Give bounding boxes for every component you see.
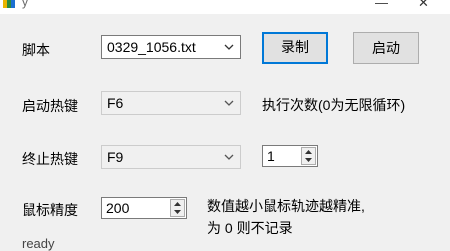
repeat-count-spin-buttons[interactable] [301,147,316,165]
triangle-up-icon[interactable] [174,202,181,206]
app-logo-icon [3,0,15,8]
window-title: y [22,0,28,9]
stop-hotkey-select[interactable]: F9 [101,145,241,169]
start-hotkey-value: F6 [107,95,124,111]
start-button[interactable]: 启动 [353,32,419,64]
minimize-button[interactable]: — [375,0,388,9]
mouse-precision-spin-buttons[interactable] [170,199,185,217]
repeat-count-hint: 执行次数(0为无限循环) [262,97,406,113]
script-label: 脚本 [22,42,50,58]
status-text: ready [22,236,55,251]
triangle-down-icon[interactable] [174,210,181,214]
chevron-down-icon [224,44,234,50]
repeat-count-value: 1 [267,148,275,164]
start-hotkey-label: 启动热键 [22,98,78,114]
chevron-down-icon [224,100,234,106]
mouse-precision-value: 200 [106,200,130,216]
mouse-precision-hint-line2: 为 0 则不记录 [207,220,293,236]
close-button[interactable]: ✕ [418,0,429,9]
mouse-precision-stepper[interactable]: 200 [101,197,187,219]
start-hotkey-select[interactable]: F6 [101,91,241,115]
mouse-precision-hint-line1: 数值越小鼠标轨迹越精准, [207,198,365,214]
triangle-up-icon[interactable] [305,150,312,154]
title-bar: y — ✕ [0,0,450,14]
record-button[interactable]: 录制 [262,32,328,64]
chevron-down-icon [224,154,234,160]
script-select-value: 0329_1056.txt [107,39,196,55]
mouse-precision-label: 鼠标精度 [22,202,78,218]
stop-hotkey-value: F9 [107,149,124,165]
repeat-count-stepper[interactable]: 1 [262,145,318,167]
script-select[interactable]: 0329_1056.txt [101,35,241,59]
triangle-down-icon[interactable] [305,158,312,162]
stop-hotkey-label: 终止热键 [22,151,78,167]
